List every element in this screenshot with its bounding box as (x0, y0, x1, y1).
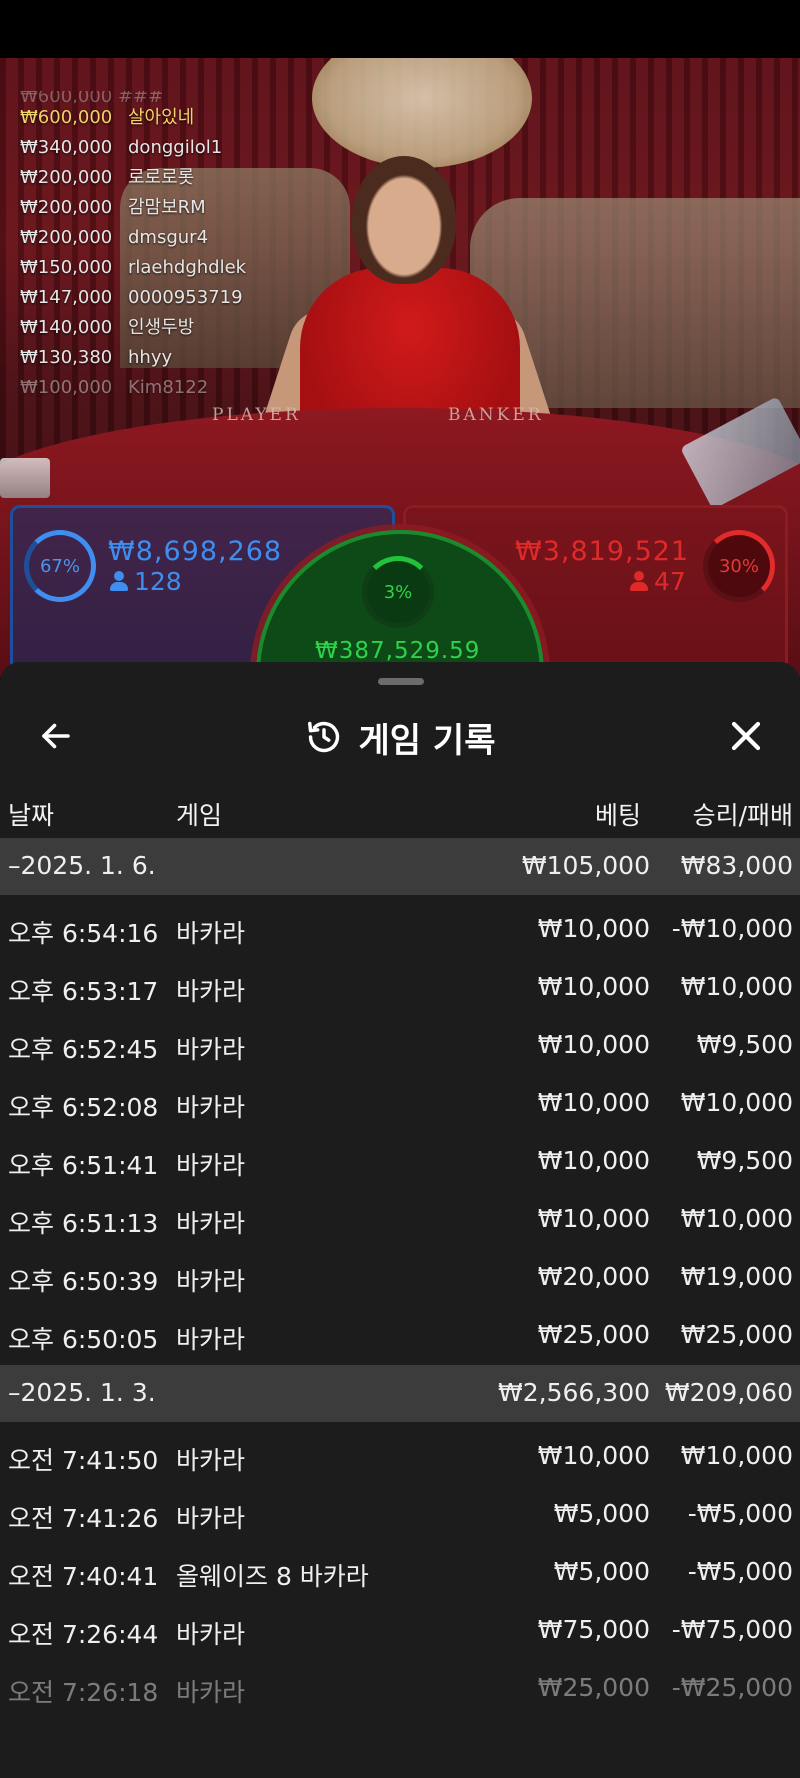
sheet-title: 게임 기록 (0, 702, 800, 772)
ticker-row: ₩200,000 감맘보RM (20, 197, 206, 218)
banker-total-amount: ₩3,819,521 (515, 536, 690, 567)
ticker-row: ₩600,000 살아있네 (20, 107, 195, 128)
game-history-sheet: 게임 기록 날짜 게임 베팅 승리/패배 –2025. 1. 6. ₩105,0… (0, 662, 800, 1778)
person-icon (110, 571, 128, 591)
table-row[interactable]: 오전 7:40:41 올웨이즈 8 바카라 ₩5,000 -₩5,000 (0, 1544, 800, 1602)
player-percent: 67% (39, 555, 80, 577)
table-row[interactable]: 오후 6:52:08 바카라 ₩10,000 ₩10,000 (0, 1075, 800, 1133)
close-icon (731, 721, 761, 751)
card-stack (0, 458, 50, 498)
table-row[interactable]: 오후 6:51:41 바카라 ₩10,000 ₩9,500 (0, 1133, 800, 1191)
player-bettor-count: 128 (110, 567, 182, 596)
tie-percent-ring: 3% (362, 556, 434, 628)
column-game: 게임 (176, 801, 223, 830)
table-header: 날짜 게임 베팅 승리/패배 (0, 790, 800, 834)
banker-percent: 30% (718, 555, 759, 577)
table-label-player: PLAYER (212, 405, 301, 425)
column-bet: 베팅 (594, 801, 641, 830)
column-date: 날짜 (8, 801, 55, 830)
player-total-amount: ₩8,698,268 (108, 536, 283, 567)
player-percent-ring: 67% (24, 530, 96, 602)
bet-ticker: ₩600,000 ### ₩600,000 살아있네 ₩340,000 donggi… (20, 91, 320, 403)
table-row[interactable]: 오후 6:53:17 바카라 ₩10,000 ₩10,000 (0, 959, 800, 1017)
ticker-row: ₩150,000 rlaehdghdlek (20, 257, 247, 278)
table-row[interactable]: 오전 7:26:18 바카라 ₩25,000 -₩25,000 (0, 1660, 800, 1718)
table-label-banker: BANKER (448, 405, 544, 425)
history-icon (307, 721, 339, 753)
page-title: 게임 기록 (358, 720, 496, 761)
table-row[interactable]: 오전 7:26:44 바카라 ₩75,000 -₩75,000 (0, 1602, 800, 1660)
table-row[interactable]: 오후 6:52:45 바카라 ₩10,000 ₩9,500 (0, 1017, 800, 1075)
ticker-row: ₩147,000 0000953719 (20, 287, 243, 308)
drag-handle[interactable] (378, 678, 424, 685)
table-row[interactable]: 오후 6:50:39 바카라 ₩20,000 ₩19,000 (0, 1249, 800, 1307)
ticker-row: ₩340,000 donggilol1 (20, 137, 223, 158)
table-row[interactable]: 오전 7:41:50 바카라 ₩10,000 ₩10,000 (0, 1428, 800, 1486)
tie-percent: 3% (383, 581, 413, 603)
banker-bettor-count: 47 (630, 567, 686, 596)
close-button[interactable] (720, 710, 772, 762)
ticker-row: ₩200,000 로로로롯 (20, 167, 195, 188)
wall-clock (312, 58, 532, 168)
ticker-row: ₩600,000 ### (20, 91, 164, 103)
back-button[interactable] (30, 710, 82, 762)
sheet-header: 게임 기록 (0, 702, 800, 772)
status-bar (0, 0, 800, 58)
column-result: 승리/패배 (692, 801, 793, 830)
history-table: –2025. 1. 6. ₩105,000 ₩83,000 오후 6:54:16… (0, 838, 800, 1718)
arrow-left-icon (42, 723, 70, 749)
ticker-row: ₩100,000 Kim8122 (20, 377, 209, 398)
date-group-row[interactable]: –2025. 1. 6. ₩105,000 ₩83,000 (0, 838, 800, 895)
date-group-row[interactable]: –2025. 1. 3. ₩2,566,300 ₩209,060 (0, 1365, 800, 1422)
table-row[interactable]: 오후 6:51:13 바카라 ₩10,000 ₩10,000 (0, 1191, 800, 1249)
person-icon (630, 571, 648, 591)
tie-total-amount: ₩387,529.59 (315, 638, 481, 664)
banker-percent-ring: 30% (703, 530, 775, 602)
dealer-head (352, 156, 456, 284)
ticker-row: ₩140,000 인생두방 (20, 317, 195, 338)
table-row[interactable]: 오후 6:50:05 바카라 ₩25,000 ₩25,000 (0, 1307, 800, 1365)
ticker-row: ₩130,380 hhyy (20, 347, 173, 368)
ticker-row: ₩200,000 dmsgur4 (20, 227, 209, 248)
table-row[interactable]: 오후 6:54:16 바카라 ₩10,000 -₩10,000 (0, 901, 800, 959)
table-row[interactable]: 오전 7:41:26 바카라 ₩5,000 -₩5,000 (0, 1486, 800, 1544)
